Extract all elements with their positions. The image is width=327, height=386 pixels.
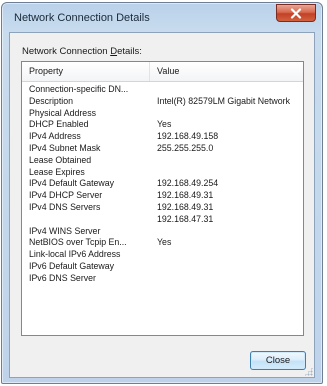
table-row[interactable]: IPv6 Default Gateway [22,261,303,273]
property-cell: NetBIOS over Tcpip En... [29,237,127,248]
window-close-button[interactable] [276,4,316,22]
table-row[interactable]: Lease Expires [22,167,303,179]
value-cell: 192.168.49.158 [157,131,219,142]
property-cell: Link-local IPv6 Address [29,249,121,260]
property-cell: IPv4 WINS Server [29,225,101,236]
value-cell: Yes [157,237,172,248]
title-bar[interactable]: Network Connection Details [2,3,322,31]
dialog-body: Network Connection Details: Property Val… [9,32,315,378]
value-cell: 192.168.49.31 [157,190,214,201]
list-rows: Connection-specific DN... Description Inte… [22,84,303,285]
property-cell: Description [29,95,74,106]
list-header: Property Value [22,62,303,82]
column-header-value[interactable]: Value [151,62,303,81]
table-row[interactable]: NetBIOS over Tcpip En... Yes [22,237,303,249]
table-row[interactable]: Connection-specific DN... [22,84,303,96]
value-cell: Intel(R) 82579LM Gigabit Network [157,95,290,106]
value-cell: Yes [157,119,172,130]
table-row[interactable]: DHCP Enabled Yes [22,119,303,131]
value-cell: 255.255.255.0 [157,142,214,153]
table-row[interactable]: Lease Obtained [22,155,303,167]
table-row[interactable]: IPv4 Subnet Mask 255.255.255.0 [22,143,303,155]
close-icon [290,7,302,19]
table-row[interactable]: Description Intel(R) 82579LM Gigabit Netw… [22,96,303,108]
table-row[interactable]: 192.168.47.31 [22,214,303,226]
details-group-label: Network Connection Details: [22,46,142,57]
property-cell: IPv6 DNS Server [29,272,96,283]
value-cell: 192.168.47.31 [157,213,214,224]
property-cell: IPv4 Address [29,131,81,142]
table-row[interactable]: Link-local IPv6 Address [22,249,303,261]
property-cell: DHCP Enabled [29,119,89,130]
table-row[interactable]: IPv4 WINS Server [22,226,303,238]
table-row[interactable]: IPv4 Default Gateway 192.168.49.254 [22,178,303,190]
property-cell: IPv4 DHCP Server [29,190,103,201]
property-cell: Connection-specific DN... [29,84,129,94]
property-cell: Lease Obtained [29,154,92,165]
table-row[interactable]: IPv6 DNS Server [22,273,303,285]
property-cell: Physical Address [29,107,96,118]
property-cell: IPv4 DNS Servers [29,201,101,212]
close-button[interactable]: Close [250,351,306,370]
property-cell: Lease Expires [29,166,85,177]
property-cell: IPv6 Default Gateway [29,260,115,271]
table-row[interactable]: IPv4 DNS Servers 192.168.49.31 [22,202,303,214]
property-cell: IPv4 Subnet Mask [29,142,101,153]
property-cell: IPv4 Default Gateway [29,178,115,189]
table-row[interactable]: IPv4 DHCP Server 192.168.49.31 [22,190,303,202]
value-cell: 192.168.49.31 [157,201,214,212]
details-list[interactable]: Property Value Connection-specific DN...… [21,61,304,336]
window-title: Network Connection Details [14,12,150,24]
table-row[interactable]: Physical Address [22,108,303,120]
column-header-property[interactable]: Property [22,62,150,81]
table-row[interactable]: IPv4 Address 192.168.49.158 [22,131,303,143]
network-connection-details-window: Network Connection Details Network Conne… [1,2,323,384]
value-cell: 192.168.49.254 [157,178,219,189]
